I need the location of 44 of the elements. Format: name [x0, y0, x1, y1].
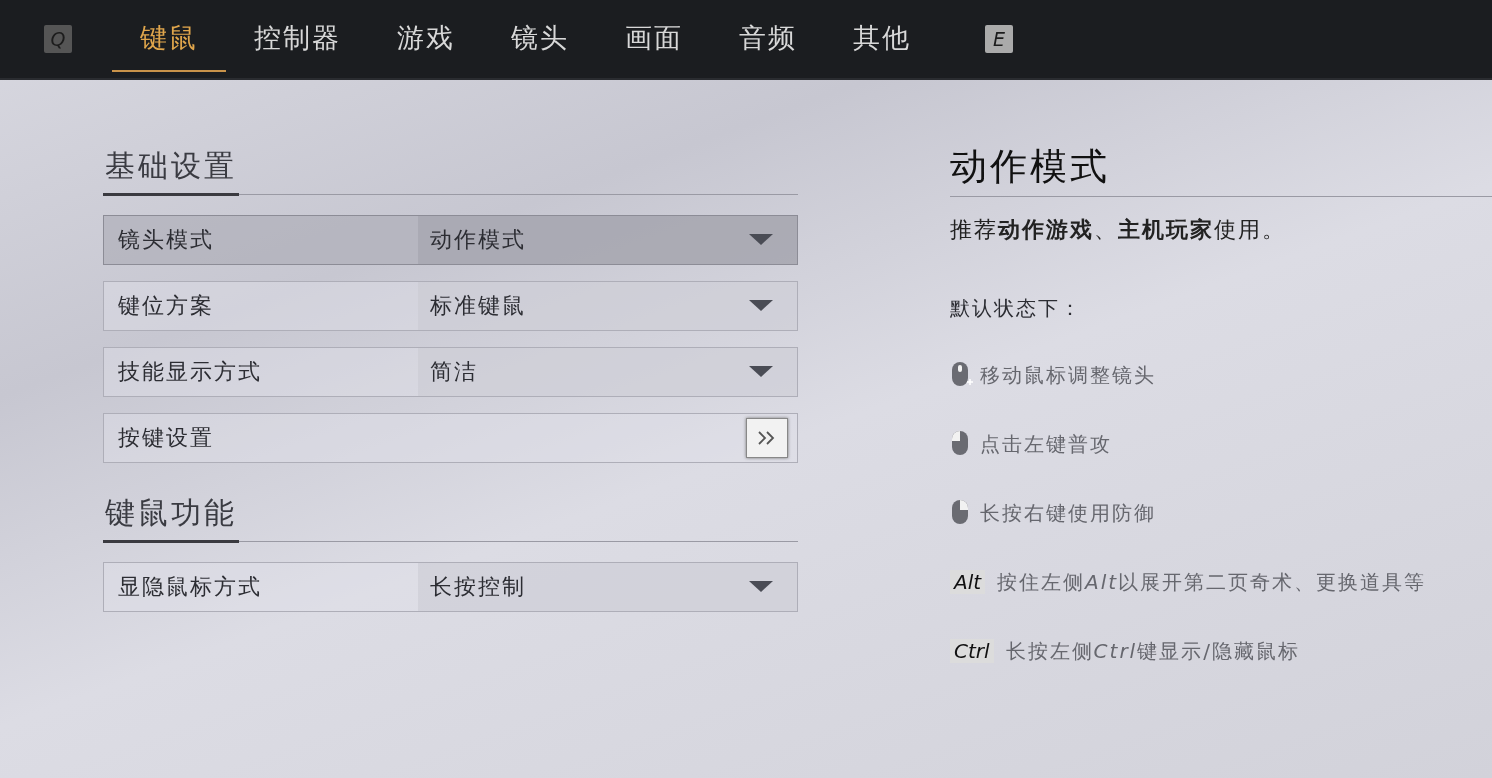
key-label: Alt: [950, 570, 986, 594]
key-label: Ctrl: [950, 639, 994, 663]
tab[interactable]: 其他: [825, 10, 939, 72]
setting-row[interactable]: 技能显示方式 简洁: [103, 347, 798, 397]
hint-text: 移动鼠标调整镜头: [980, 361, 1156, 389]
tab[interactable]: 镜头: [483, 10, 597, 72]
tab[interactable]: 画面: [597, 10, 711, 72]
hint-text: 长按右键使用防御: [980, 499, 1156, 527]
setting-label: 镜头模式: [117, 226, 215, 254]
detail-description: 推荐动作游戏、主机玩家使用。: [950, 216, 1287, 244]
setting-label: 技能显示方式: [117, 358, 263, 386]
tab[interactable]: 控制器: [226, 10, 369, 72]
tab[interactable]: 键鼠: [112, 10, 226, 72]
caret-icon: [749, 300, 773, 312]
dropdown[interactable]: 简洁: [418, 348, 797, 396]
setting-row[interactable]: 镜头模式 动作模式: [103, 215, 798, 265]
hint-text: 按住左侧Alt以展开第二页奇术、更换道具等: [997, 568, 1427, 596]
caret-icon: [749, 581, 773, 593]
setting-label: 按键设置: [117, 424, 215, 452]
dropdown[interactable]: 动作模式: [418, 216, 797, 264]
setting-label: 键位方案: [117, 292, 215, 320]
dropdown[interactable]: 长按控制: [418, 563, 797, 611]
detail-subtitle: 默认状态下：: [950, 295, 1083, 322]
setting-row[interactable]: 按键设置: [103, 413, 798, 463]
double-chevron-icon: [757, 431, 777, 445]
dropdown-value: 长按控制: [430, 573, 526, 601]
hint-text: 点击左键普攻: [980, 430, 1112, 458]
setting-label: 显隐鼠标方式: [117, 573, 263, 601]
hint-text: 长按左侧Ctrl键显示/隐藏鼠标: [1005, 637, 1300, 665]
dropdown-value: 标准键鼠: [430, 292, 526, 320]
section-title: 键鼠功能: [103, 493, 239, 543]
dropdown-value: 动作模式: [430, 226, 526, 254]
caret-icon: [749, 234, 773, 246]
detail-title: 动作模式: [950, 144, 1110, 190]
dropdown-value: 简洁: [430, 358, 478, 386]
section-title: 基础设置: [103, 146, 239, 196]
tab[interactable]: 音频: [711, 10, 825, 72]
setting-row[interactable]: 键位方案 标准键鼠: [103, 281, 798, 331]
caret-icon: [749, 366, 773, 378]
tab[interactable]: 游戏: [369, 10, 483, 72]
dropdown[interactable]: 标准键鼠: [418, 282, 797, 330]
open-button[interactable]: [746, 418, 788, 458]
setting-row[interactable]: 显隐鼠标方式 长按控制: [103, 562, 798, 612]
next-tab-key[interactable]: E: [985, 25, 1013, 53]
